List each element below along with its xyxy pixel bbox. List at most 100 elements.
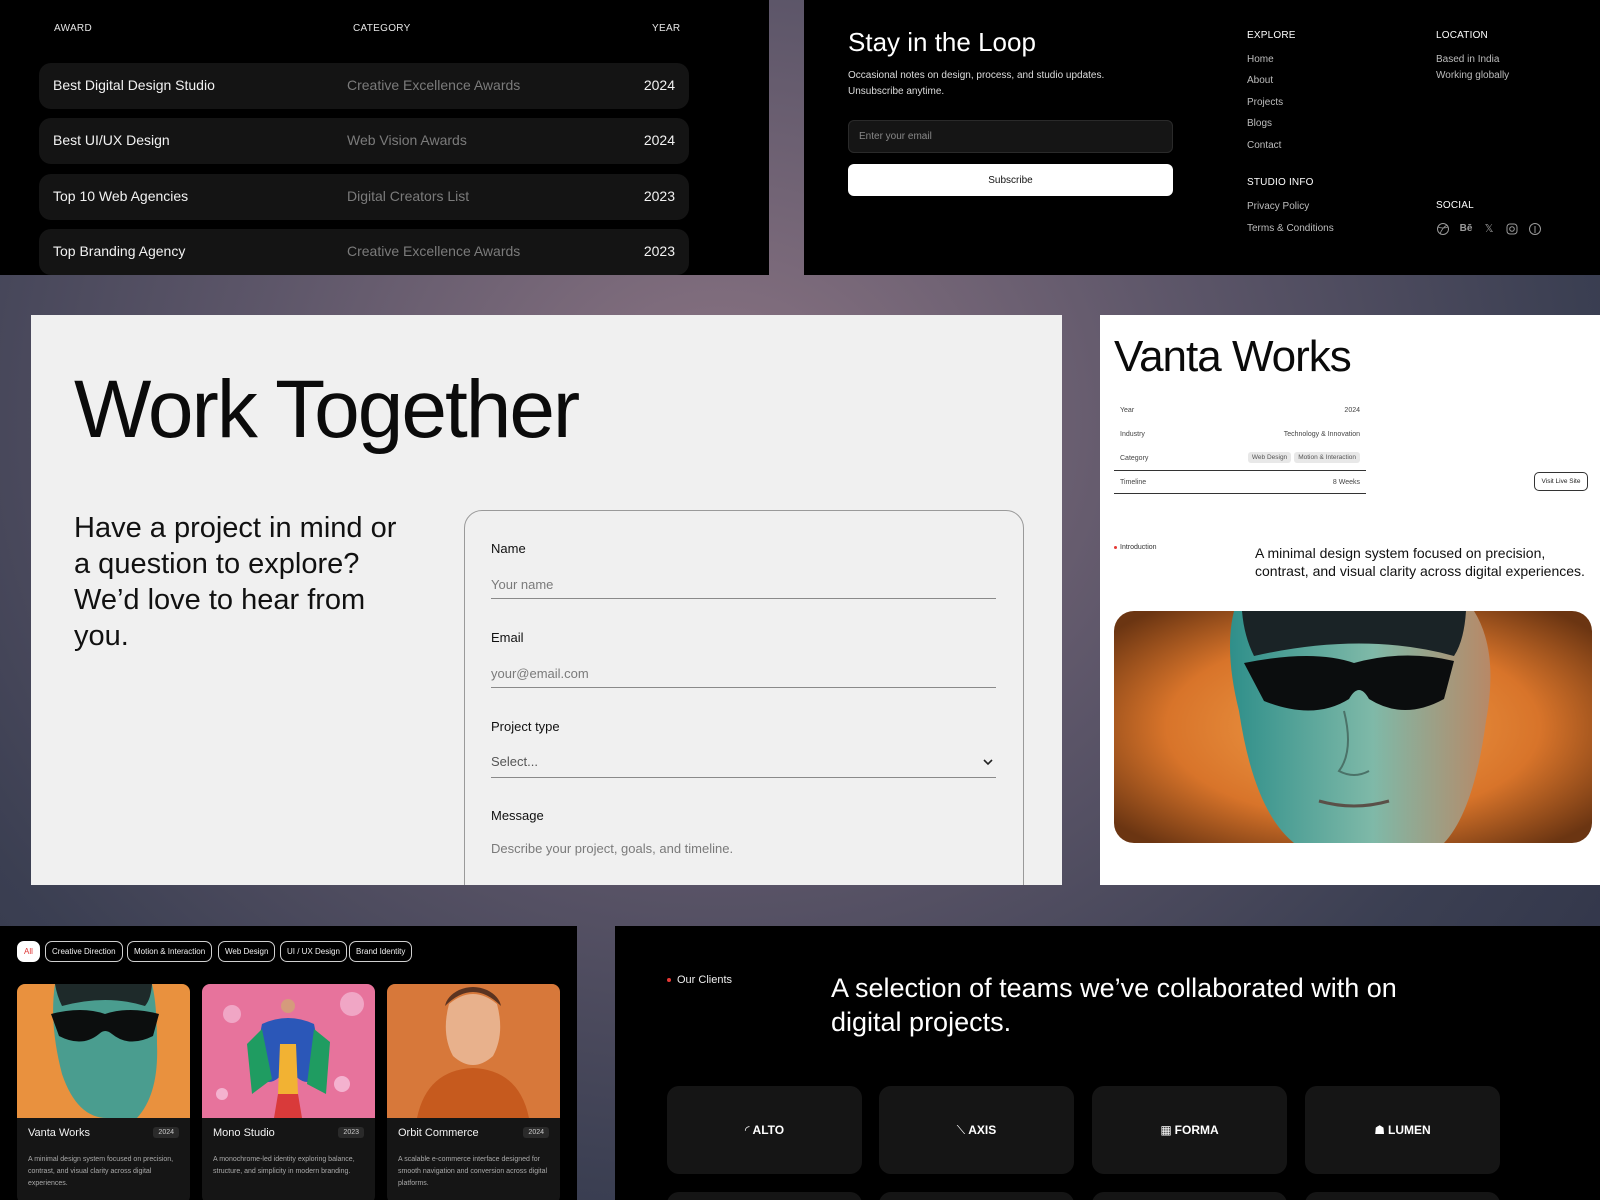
- message-textarea[interactable]: Describe your project, goals, and timeli…: [491, 841, 996, 856]
- awards-header-category: CATEGORY: [353, 23, 411, 34]
- award-year: 2023: [643, 188, 675, 204]
- location-line: Working globally: [1436, 70, 1510, 81]
- client-logo-alto: ◜ ALTO: [667, 1086, 862, 1174]
- works-grid-panel: All Creative Direction Motion & Interact…: [0, 926, 577, 1200]
- project-title: Vanta Works: [1114, 332, 1352, 381]
- dribbble-icon[interactable]: [1436, 222, 1450, 236]
- award-category: Creative Excellence Awards: [347, 77, 521, 93]
- contact-subtitle: Have a project in mind or a question to …: [74, 512, 397, 652]
- footer-link-home[interactable]: Home: [1247, 54, 1274, 65]
- card-title: Mono Studio: [213, 1127, 275, 1139]
- card-description: A monochrome-led identity exploring bala…: [213, 1156, 355, 1175]
- category-chips: Web Design Motion & Interaction: [1245, 452, 1360, 463]
- email-label: Email: [491, 630, 524, 645]
- filter-motion-interaction[interactable]: Motion & Interaction: [127, 941, 213, 962]
- project-type-value: Select...: [491, 754, 538, 769]
- award-name: Best UI/UX Design: [53, 132, 170, 148]
- meta-label: Category: [1120, 455, 1149, 462]
- filter-ui-ux-design[interactable]: UI / UX Design: [280, 941, 347, 962]
- project-card-orbit[interactable]: Orbit Commerce 2024 A scalable e-commerc…: [387, 984, 560, 1200]
- axis-logo-icon: ⟍: [956, 1123, 966, 1137]
- email-input[interactable]: [491, 660, 996, 688]
- project-detail-panel: Vanta Works Year 2024 Industry Technolog…: [1100, 315, 1600, 885]
- meta-row-industry: Industry Technology & Innovation: [1114, 423, 1366, 447]
- social-heading: SOCIAL: [1436, 200, 1474, 211]
- client-logo-axis: ⟍ AXIS: [879, 1086, 1074, 1174]
- category-chip: Motion & Interaction: [1294, 452, 1360, 463]
- card-year-badge: 2024: [153, 1127, 179, 1138]
- project-type-select[interactable]: Select...: [491, 750, 996, 778]
- client-name: AXIS: [968, 1123, 997, 1137]
- visit-live-site-button[interactable]: Visit Live Site: [1534, 472, 1588, 491]
- card-description: A minimal design system focused on preci…: [28, 1156, 174, 1187]
- category-chip: Web Design: [1247, 452, 1292, 463]
- filter-creative-direction[interactable]: Creative Direction: [45, 941, 123, 962]
- alto-logo-icon: ◜: [744, 1123, 750, 1137]
- footer-link-blogs[interactable]: Blogs: [1247, 118, 1272, 129]
- filter-web-design[interactable]: Web Design: [218, 941, 276, 962]
- awards-header-award: AWARD: [54, 23, 92, 34]
- award-year: 2024: [643, 132, 675, 148]
- client-name: LUMEN: [1388, 1123, 1431, 1137]
- meta-label: Industry: [1120, 431, 1145, 438]
- forma-logo-icon: ▦: [1160, 1123, 1172, 1137]
- filter-all[interactable]: All: [17, 941, 40, 962]
- x-icon[interactable]: 𝕏: [1482, 222, 1496, 236]
- project-description: A minimal design system focused on preci…: [1255, 545, 1585, 579]
- newsletter-description: Occasional notes on design, process, and…: [848, 70, 1105, 97]
- project-card-vanta[interactable]: Vanta Works 2024 A minimal design system…: [17, 984, 190, 1200]
- project-card-image: [17, 984, 190, 1118]
- meta-row-category: Category Web Design Motion & Interaction: [1114, 447, 1366, 471]
- contact-title: Work Together: [74, 364, 580, 455]
- client-logo-lumen: ☗ LUMEN: [1305, 1086, 1500, 1174]
- meta-row-year: Year 2024: [1114, 399, 1366, 423]
- newsletter-email-input[interactable]: [848, 120, 1173, 153]
- footer-link-privacy[interactable]: Privacy Policy: [1247, 201, 1309, 212]
- card-title: Vanta Works: [28, 1127, 90, 1139]
- subscribe-button[interactable]: Subscribe: [848, 164, 1173, 196]
- footer-link-contact[interactable]: Contact: [1247, 140, 1281, 151]
- clients-label: Our Clients: [667, 974, 732, 986]
- clients-label-text: Our Clients: [677, 974, 733, 986]
- award-row: Best Digital Design Studio Creative Exce…: [39, 63, 689, 109]
- instagram-icon[interactable]: [1505, 222, 1519, 236]
- message-label: Message: [491, 808, 544, 823]
- project-card-image: [202, 984, 375, 1118]
- award-row: Top Branding Agency Creative Excellence …: [39, 229, 689, 275]
- client-name: FORMA: [1174, 1123, 1219, 1137]
- meta-label: Timeline: [1120, 479, 1147, 486]
- footer-link-about[interactable]: About: [1247, 75, 1273, 86]
- red-dot-icon: [667, 978, 671, 983]
- location-heading: LOCATION: [1436, 30, 1488, 41]
- award-category: Creative Excellence Awards: [347, 243, 521, 259]
- newsletter-title: Stay in the Loop: [848, 27, 1036, 57]
- explore-heading: EXPLORE: [1247, 30, 1296, 41]
- lumen-logo-icon: ☗: [1374, 1123, 1386, 1137]
- award-row: Top 10 Web Agencies Digital Creators Lis…: [39, 174, 689, 220]
- award-row: Best UI/UX Design Web Vision Awards 2024: [39, 118, 689, 164]
- client-logo-placeholder: [1305, 1192, 1500, 1200]
- name-label: Name: [491, 541, 526, 556]
- newsletter-footer-panel: Stay in the Loop Occasional notes on des…: [804, 0, 1600, 275]
- client-logo-placeholder: [667, 1192, 862, 1200]
- card-year-badge: 2023: [338, 1127, 364, 1138]
- meta-label: Year: [1120, 407, 1135, 414]
- footer-link-terms[interactable]: Terms & Conditions: [1247, 223, 1334, 234]
- contact-panel: Work Together Have a project in mind or …: [31, 315, 1062, 885]
- award-category: Web Vision Awards: [347, 132, 467, 148]
- filter-brand-identity[interactable]: Brand Identity: [349, 941, 413, 962]
- pinterest-icon[interactable]: [1528, 222, 1542, 236]
- behance-icon[interactable]: Bē: [1459, 222, 1473, 236]
- location-line: Based in India: [1436, 54, 1500, 65]
- meta-value: 8 Weeks: [1332, 479, 1360, 486]
- award-year: 2023: [643, 243, 675, 259]
- meta-value: 2024: [1344, 407, 1360, 414]
- awards-panel: AWARD CATEGORY YEAR Best Digital Design …: [0, 0, 769, 275]
- footer-link-projects[interactable]: Projects: [1247, 97, 1283, 108]
- meta-row-timeline: Timeline 8 Weeks: [1114, 470, 1366, 494]
- client-logo-forma: ▦ FORMA: [1092, 1086, 1287, 1174]
- name-input[interactable]: [491, 571, 996, 599]
- intro-label: Introduction: [1114, 544, 1157, 551]
- award-category: Digital Creators List: [347, 188, 470, 204]
- project-card-mono[interactable]: Mono Studio 2023 A monochrome-led identi…: [202, 984, 375, 1200]
